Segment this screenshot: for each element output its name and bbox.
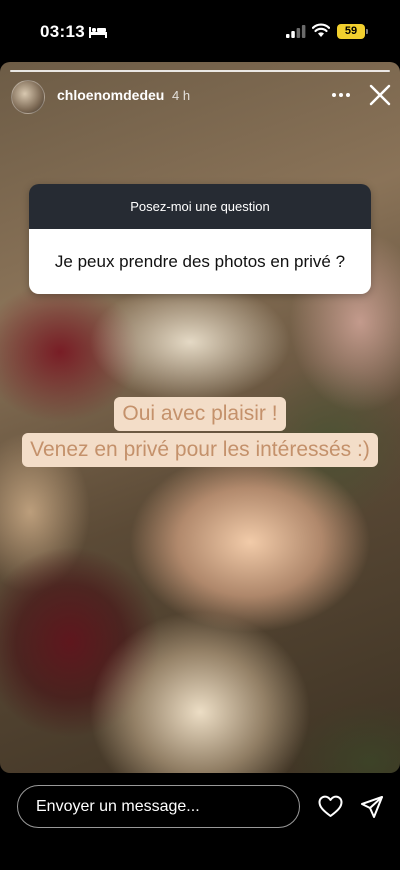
answer-line-2: Venez en privé pour les intéressés :) [22,433,378,467]
question-sticker-header: Posez-moi une question [29,184,371,229]
question-sticker-text: Je peux prendre des photos en privé ? [29,229,371,294]
signal-icon [286,25,306,38]
wifi-icon [312,23,330,37]
answer-line-1: Oui avec plaisir ! [114,397,286,431]
story-progress-bar [10,70,390,72]
story-username[interactable]: chloenomdedeu [57,87,164,103]
heart-icon[interactable] [318,795,343,818]
avatar[interactable] [11,80,45,114]
close-icon[interactable] [369,84,391,106]
story-view[interactable]: chloenomdedeu 4 h Posez-moi une question… [0,62,400,773]
question-sticker[interactable]: Posez-moi une question Je peux prendre d… [29,184,371,294]
status-bar: 03:13 59 [0,0,400,62]
answer-text: Oui avec plaisir ! Venez en privé pour l… [0,397,400,467]
more-icon[interactable] [330,87,352,103]
reply-bar: Envoyer un message... [0,773,400,870]
bed-icon [89,27,107,38]
send-icon[interactable] [360,795,384,819]
story-time: 4 h [172,88,191,103]
battery-level: 59 [337,24,365,39]
message-input[interactable]: Envoyer un message... [17,785,300,828]
status-time: 03:13 [40,22,85,41]
battery-tip [366,29,368,34]
